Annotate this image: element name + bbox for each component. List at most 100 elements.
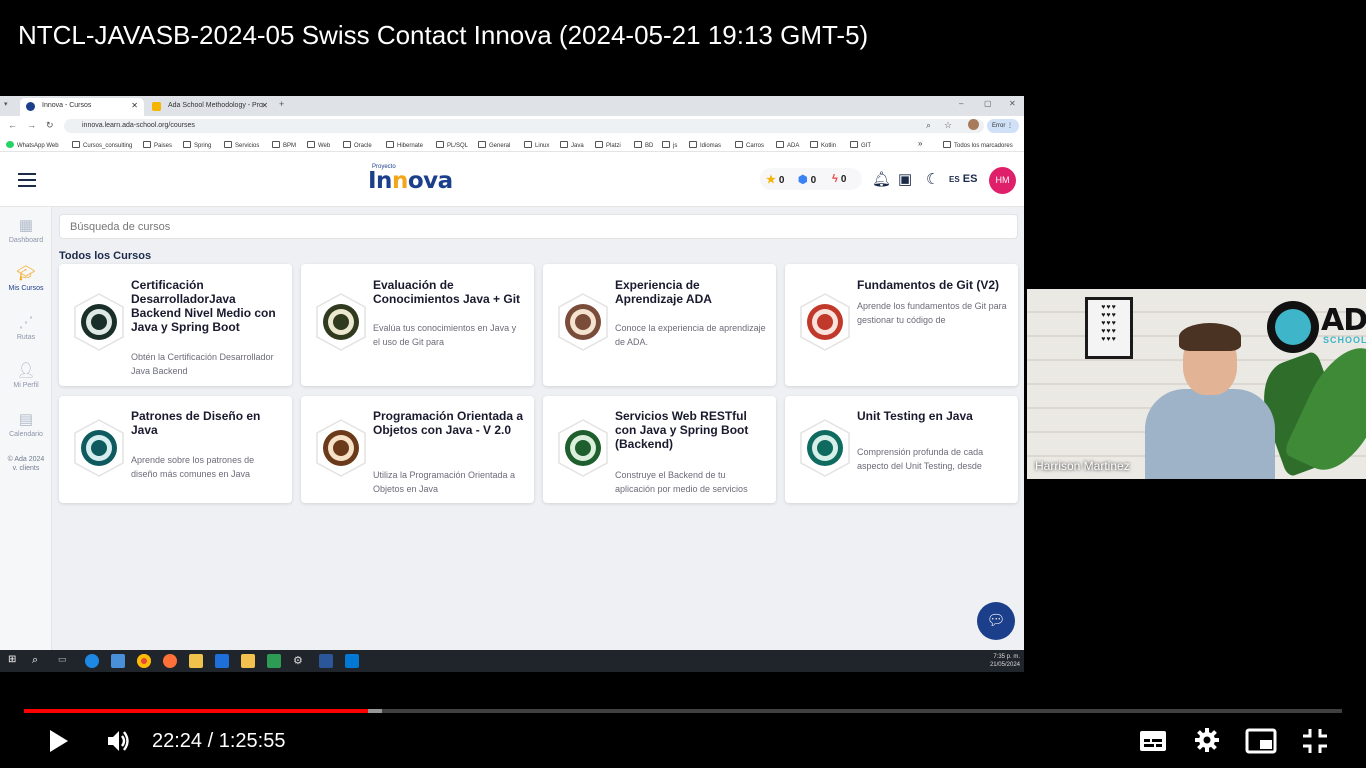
bookmark-item[interactable]: Cursos_consulting	[72, 141, 132, 149]
windows-start-icon[interactable]: ⊞	[8, 654, 22, 668]
subtitles-button[interactable]	[1139, 729, 1167, 753]
url-input[interactable]: innova.learn.ada-school.org/courses	[64, 119, 984, 133]
exit-fullscreen-button[interactable]	[1302, 728, 1328, 754]
course-card[interactable]: Programación Orientada a Objetos con Jav…	[301, 396, 534, 503]
all-bookmarks-link[interactable]: Todos los marcadores	[943, 141, 1013, 149]
search-placeholder: Búsqueda de cursos	[70, 221, 171, 233]
store-icon[interactable]	[189, 654, 203, 668]
bookmark-star-icon[interactable]: ☆	[944, 120, 952, 131]
close-tab-icon[interactable]: ✕	[131, 101, 138, 110]
bookmark-item[interactable]: Java	[560, 141, 584, 149]
bookmark-item[interactable]: Web	[307, 141, 330, 149]
course-search-input[interactable]: Búsqueda de cursos	[59, 214, 1018, 239]
tab-ada-methodology[interactable]: Ada School Methodology - Pro ✕	[146, 98, 274, 116]
gear-icon[interactable]: ⚙	[293, 654, 307, 668]
edge-icon[interactable]	[85, 654, 99, 668]
bookmark-item[interactable]: GIT	[850, 141, 871, 149]
bookmark-item[interactable]: PL/SQL	[436, 141, 468, 149]
course-card[interactable]: Fundamentos de Git (V2) Aprende los funda…	[785, 264, 1018, 386]
spreadsheet-icon[interactable]	[267, 654, 281, 668]
dark-mode-icon[interactable]: ☾	[926, 170, 939, 188]
course-card[interactable]: Evaluación de Conocimientos Java + Git Ev…	[301, 264, 534, 386]
mail-icon[interactable]	[111, 654, 125, 668]
feedback-icon[interactable]: ▣	[898, 170, 912, 188]
firefox-icon[interactable]	[163, 654, 177, 668]
sidebar-item-mis-cursos[interactable]: 🎓︎ Mis Cursos	[0, 264, 52, 292]
profile-avatar-icon[interactable]	[968, 119, 979, 130]
bookmark-item[interactable]: Servicios	[224, 141, 259, 149]
sidebar-item-mi-perfil[interactable]: 👤︎ Mi Perfil	[0, 361, 52, 389]
bookmark-item[interactable]: Platzi	[595, 141, 621, 149]
more-bookmarks-button[interactable]: »	[918, 139, 922, 148]
back-icon[interactable]: ←	[8, 120, 17, 130]
close-tab-icon[interactable]: ✕	[261, 101, 268, 110]
bookmark-item[interactable]: Linux	[524, 141, 549, 149]
chat-button[interactable]: 💬︎	[977, 602, 1015, 640]
bookmark-item[interactable]: Paises	[143, 141, 172, 149]
course-card[interactable]: Certificación DesarrolladorJava Backend …	[59, 264, 292, 386]
bookmark-item[interactable]: Kotlin	[810, 141, 836, 149]
language-flag: ES	[949, 175, 960, 184]
search-icon[interactable]: ⌕	[32, 654, 46, 668]
forward-icon[interactable]: →	[27, 120, 36, 130]
tab-innova-cursos[interactable]: Innova - Cursos ✕	[20, 98, 144, 116]
outlook-icon[interactable]	[345, 654, 359, 668]
bookmark-item[interactable]: js	[662, 141, 677, 149]
stars-counter: ★ 0	[766, 173, 784, 186]
app-icon[interactable]	[215, 654, 229, 668]
play-button[interactable]	[44, 727, 72, 755]
course-card[interactable]: Experiencia de Aprendizaje ADA Conoce la …	[543, 264, 776, 386]
innova-logo[interactable]: Innova	[368, 168, 453, 194]
miniplayer-button[interactable]	[1245, 728, 1277, 754]
taskbar-clock[interactable]: 7:35 p. m. 21/05/2024	[990, 653, 1020, 669]
error-label: Error	[992, 123, 1006, 129]
course-card[interactable]: Servicios Web RESTful con Java y Spring …	[543, 396, 776, 503]
menu-icon[interactable]	[18, 173, 36, 187]
bookmark-item[interactable]: Spring	[183, 141, 211, 149]
bookmark-item[interactable]: Idiomas	[689, 141, 721, 149]
bookmark-item[interactable]: WhatsApp Web	[6, 141, 59, 149]
close-window-button[interactable]: ✕	[1009, 99, 1016, 108]
course-description: Evalúa tus conocimientos en Java y el us…	[373, 323, 517, 347]
settings-gear-icon[interactable]	[1194, 727, 1220, 753]
clock-date: 21/05/2024	[989, 662, 1020, 668]
task-view-icon[interactable]: ▭	[58, 654, 72, 668]
bookmark-item[interactable]: BPM	[272, 141, 296, 149]
rewards-counters[interactable]: ★ 0 ⬢ 0 ϟ0	[760, 168, 862, 190]
language-selector[interactable]: ES ES	[949, 173, 977, 185]
file-explorer-icon[interactable]	[241, 654, 255, 668]
sidebar-item-rutas[interactable]: ⋰ Rutas	[0, 313, 52, 341]
tab-search-icon[interactable]: ▾	[4, 100, 8, 108]
course-description: Comprensión profunda de cada aspecto del…	[857, 447, 984, 471]
bell-icon[interactable]: 🔔︎	[872, 170, 891, 188]
word-icon[interactable]	[319, 654, 333, 668]
gems-counter: ⬢ 0	[798, 173, 816, 186]
ada-logo-sub: SCHOOL	[1323, 335, 1366, 345]
bookmark-item[interactable]: General	[478, 141, 510, 149]
chrome-icon[interactable]	[137, 654, 151, 668]
bookmark-item[interactable]: Hibernate	[386, 141, 423, 149]
progress-played	[24, 709, 368, 713]
sidebar-item-calendario[interactable]: ▤ Calendario	[0, 410, 52, 438]
minimize-button[interactable]: –	[959, 99, 963, 108]
video-player[interactable]: NTCL-JAVASB-2024-05 Swiss Contact Innova…	[0, 0, 1366, 768]
sidebar-item-dashboard[interactable]: ▦ Dashboard	[0, 216, 52, 244]
person-body	[1145, 389, 1275, 479]
course-card[interactable]: Patrones de Diseño en Java Aprende sobre …	[59, 396, 292, 503]
bookmark-item[interactable]: ADA	[776, 141, 799, 149]
bookmark-item[interactable]: Carros	[735, 141, 764, 149]
route-icon: ⋰	[18, 314, 34, 331]
bookmark-item[interactable]: BD	[634, 141, 653, 149]
volume-button[interactable]	[105, 728, 133, 754]
course-card[interactable]: Unit Testing en Java Comprensión profunda…	[785, 396, 1018, 503]
zoom-icon[interactable]: ⌕	[926, 120, 931, 131]
error-badge[interactable]: Error ⋮	[987, 119, 1019, 133]
progress-bar[interactable]	[24, 709, 1342, 713]
course-title: Evaluación de Conocimientos Java + Git	[373, 278, 521, 306]
reload-icon[interactable]: ↻	[46, 120, 54, 131]
bookmark-item[interactable]: Oracle	[343, 141, 372, 149]
user-avatar[interactable]: HM	[989, 167, 1016, 194]
app-header: Proyecto Innova ★ 0 ⬢ 0 ϟ0 🔔︎ ▣ ☾ ES ES HM	[0, 152, 1024, 207]
maximize-button[interactable]: ▢	[984, 99, 992, 108]
new-tab-button[interactable]: +	[279, 99, 284, 109]
